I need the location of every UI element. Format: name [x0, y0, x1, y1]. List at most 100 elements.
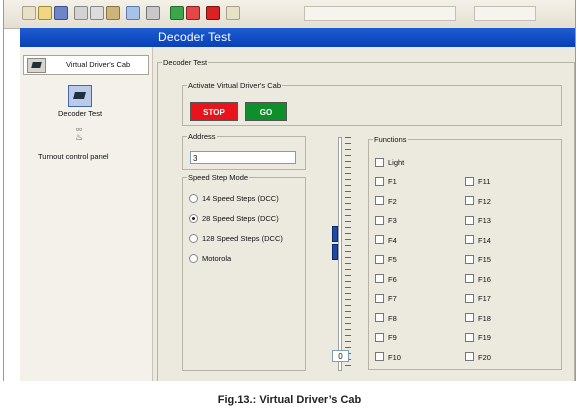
function-f20-checkbox[interactable]: F20: [465, 352, 491, 363]
checkbox[interactable]: [465, 254, 474, 264]
toolbar: [4, 0, 575, 29]
checkbox[interactable]: [465, 176, 474, 186]
function-f7-checkbox[interactable]: F7: [375, 293, 397, 304]
function-f3-checkbox[interactable]: F3: [375, 215, 397, 226]
function-light-checkbox[interactable]: Light: [375, 157, 404, 168]
toolbar-print-icon[interactable]: [146, 6, 160, 20]
checkbox[interactable]: [465, 352, 474, 362]
address-input[interactable]: 3: [190, 151, 296, 164]
toolbar-stop-icon[interactable]: [206, 6, 220, 20]
toolbar-cut-icon[interactable]: [74, 6, 88, 20]
checkbox[interactable]: [465, 215, 474, 225]
address-group: Address 3: [182, 132, 306, 170]
speed-slider[interactable]: [331, 137, 351, 371]
speed-step-option-28[interactable]: 28 Speed Steps (DCC): [189, 213, 339, 224]
function-f4-checkbox[interactable]: F4: [375, 235, 397, 246]
checkbox-label: F14: [478, 235, 491, 245]
radio-button[interactable]: [189, 233, 198, 243]
function-f18-checkbox[interactable]: F18: [465, 313, 491, 324]
speed-value-display: 0: [332, 350, 349, 362]
function-f13-checkbox[interactable]: F13: [465, 215, 491, 226]
checkbox[interactable]: [465, 196, 474, 206]
virtual-drivers-cab-label: Virtual Driver's Cab: [66, 60, 131, 69]
checkbox-label: F2: [388, 196, 397, 206]
checkbox-label: F7: [388, 294, 397, 303]
checkbox[interactable]: [375, 235, 384, 245]
activate-cab-group: Activate Virtual Driver's Cab STOP GO: [182, 81, 562, 126]
function-f19-checkbox[interactable]: F19: [465, 332, 491, 343]
checkbox[interactable]: [375, 215, 384, 225]
speed-step-option-14[interactable]: 14 Speed Steps (DCC): [189, 193, 339, 204]
speed-step-option-motorola[interactable]: Motorola: [189, 253, 339, 264]
function-f15-checkbox[interactable]: F15: [465, 254, 491, 265]
radio-button-selected[interactable]: [189, 213, 198, 223]
checkbox[interactable]: [465, 235, 474, 245]
checkbox[interactable]: [465, 293, 474, 303]
speed-slider-indicator: [332, 226, 338, 242]
window-title-bar: Decoder Test: [20, 28, 575, 47]
stop-button[interactable]: STOP: [190, 102, 238, 121]
function-f16-checkbox[interactable]: F16: [465, 274, 491, 285]
toolbar-copy-icon[interactable]: [90, 6, 104, 20]
radio-button[interactable]: [189, 193, 198, 203]
checkbox-label: F13: [478, 216, 491, 225]
speed-step-option-128[interactable]: 128 Speed Steps (DCC): [189, 233, 339, 244]
speed-step-group: Speed Step Mode 14 Speed Steps (DCC) 28 …: [182, 173, 306, 371]
radio-button[interactable]: [189, 253, 198, 263]
function-f9-checkbox[interactable]: F9: [375, 332, 397, 343]
checkbox[interactable]: [465, 274, 474, 284]
toolbar-save-icon[interactable]: [54, 6, 68, 20]
toolbar-undo-icon[interactable]: [126, 6, 140, 20]
checkbox[interactable]: [375, 176, 384, 186]
checkbox[interactable]: [375, 254, 384, 264]
toolbar-separator: [304, 6, 456, 21]
function-f1-checkbox[interactable]: F1: [375, 176, 397, 187]
checkbox-label: F8: [388, 313, 397, 323]
checkbox[interactable]: [375, 293, 384, 303]
toolbar-open-icon[interactable]: [38, 6, 52, 20]
speed-slider-thumb[interactable]: [332, 244, 338, 260]
checkbox-label: F9: [388, 333, 397, 342]
checkbox-label: Light: [388, 158, 405, 167]
checkbox-label: F5: [388, 255, 397, 264]
figure-caption-area: Fig.13.: Virtual Driver’s Cab: [0, 381, 579, 411]
function-f5-checkbox[interactable]: F5: [375, 254, 397, 265]
checkbox-label: F3: [388, 216, 397, 225]
sidebar-item-decoder-test[interactable]: Decoder Test: [58, 109, 102, 118]
toolbar-extra-icon[interactable]: [474, 6, 536, 21]
decoder-test-icon[interactable]: [68, 85, 92, 107]
toolbar-help-icon[interactable]: [226, 6, 240, 20]
address-title: Address: [188, 132, 216, 141]
checkbox[interactable]: [375, 274, 384, 284]
toolbar-paste-icon[interactable]: [106, 6, 120, 20]
function-f14-checkbox[interactable]: F14: [465, 235, 491, 246]
speed-slider-track: [338, 137, 342, 371]
toolbar-new-icon[interactable]: [22, 6, 36, 20]
checkbox-label: F15: [478, 255, 491, 264]
function-f6-checkbox[interactable]: F6: [375, 274, 397, 285]
checkbox[interactable]: [465, 313, 474, 323]
checkbox[interactable]: [465, 332, 474, 342]
checkbox-label: F20: [478, 352, 491, 362]
checkbox[interactable]: [375, 332, 384, 342]
function-f17-checkbox[interactable]: F17: [465, 293, 491, 304]
toolbar-go-icon[interactable]: [170, 6, 184, 20]
function-f2-checkbox[interactable]: F2: [375, 196, 397, 207]
checkbox[interactable]: [375, 352, 384, 362]
checkbox[interactable]: [375, 313, 384, 323]
sidebar-item-turnout-control-panel[interactable]: Turnout control panel: [38, 152, 109, 161]
toolbar-connect-icon[interactable]: [186, 6, 200, 20]
checkbox[interactable]: [375, 196, 384, 206]
function-f12-checkbox[interactable]: F12: [465, 196, 491, 207]
checkbox-label: F11: [478, 177, 491, 186]
function-f10-checkbox[interactable]: F10: [375, 352, 401, 363]
decoder-test-group-title: Decoder Test: [163, 58, 208, 67]
main-content: Decoder Test Activate Virtual Driver's C…: [153, 47, 575, 381]
go-button[interactable]: GO: [245, 102, 287, 121]
checkbox[interactable]: [375, 157, 384, 167]
function-f11-checkbox[interactable]: F11: [465, 176, 490, 187]
virtual-drivers-cab-button[interactable]: Virtual Driver's Cab: [23, 55, 149, 75]
function-f8-checkbox[interactable]: F8: [375, 313, 397, 324]
functions-group: Functions Light F1 F2 F3 F4 F5 F6 F7 F8 F9 F10 F11 F…: [368, 135, 562, 370]
turnout-icon[interactable]: ▫▫ ♨: [72, 125, 86, 143]
